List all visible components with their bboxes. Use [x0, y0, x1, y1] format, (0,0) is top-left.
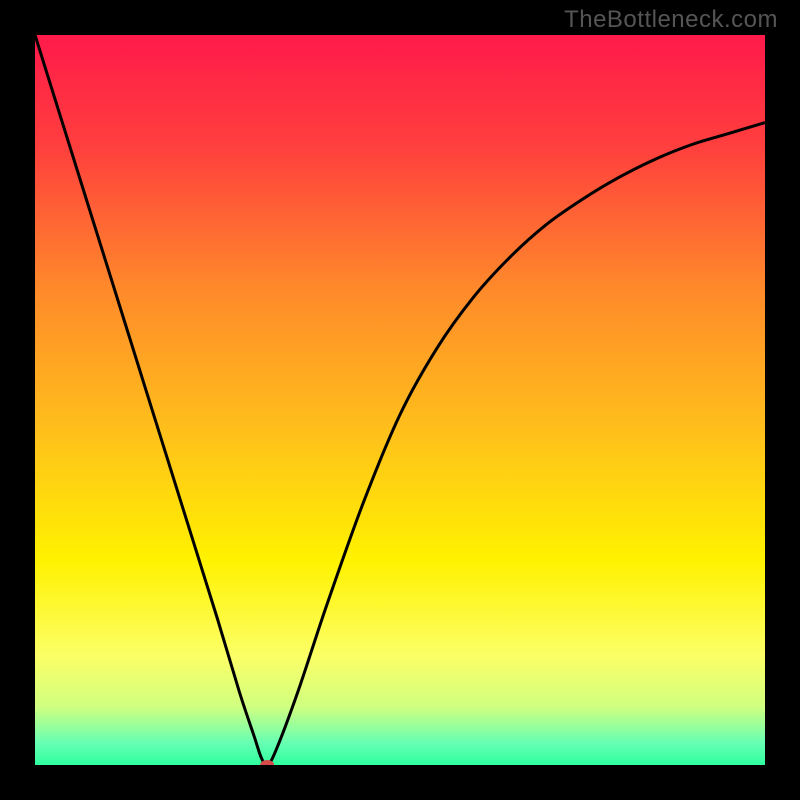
watermark-text: TheBottleneck.com	[564, 6, 778, 34]
gradient-background	[35, 35, 765, 765]
chart-plot-area	[35, 35, 765, 765]
chart-svg	[35, 35, 765, 765]
